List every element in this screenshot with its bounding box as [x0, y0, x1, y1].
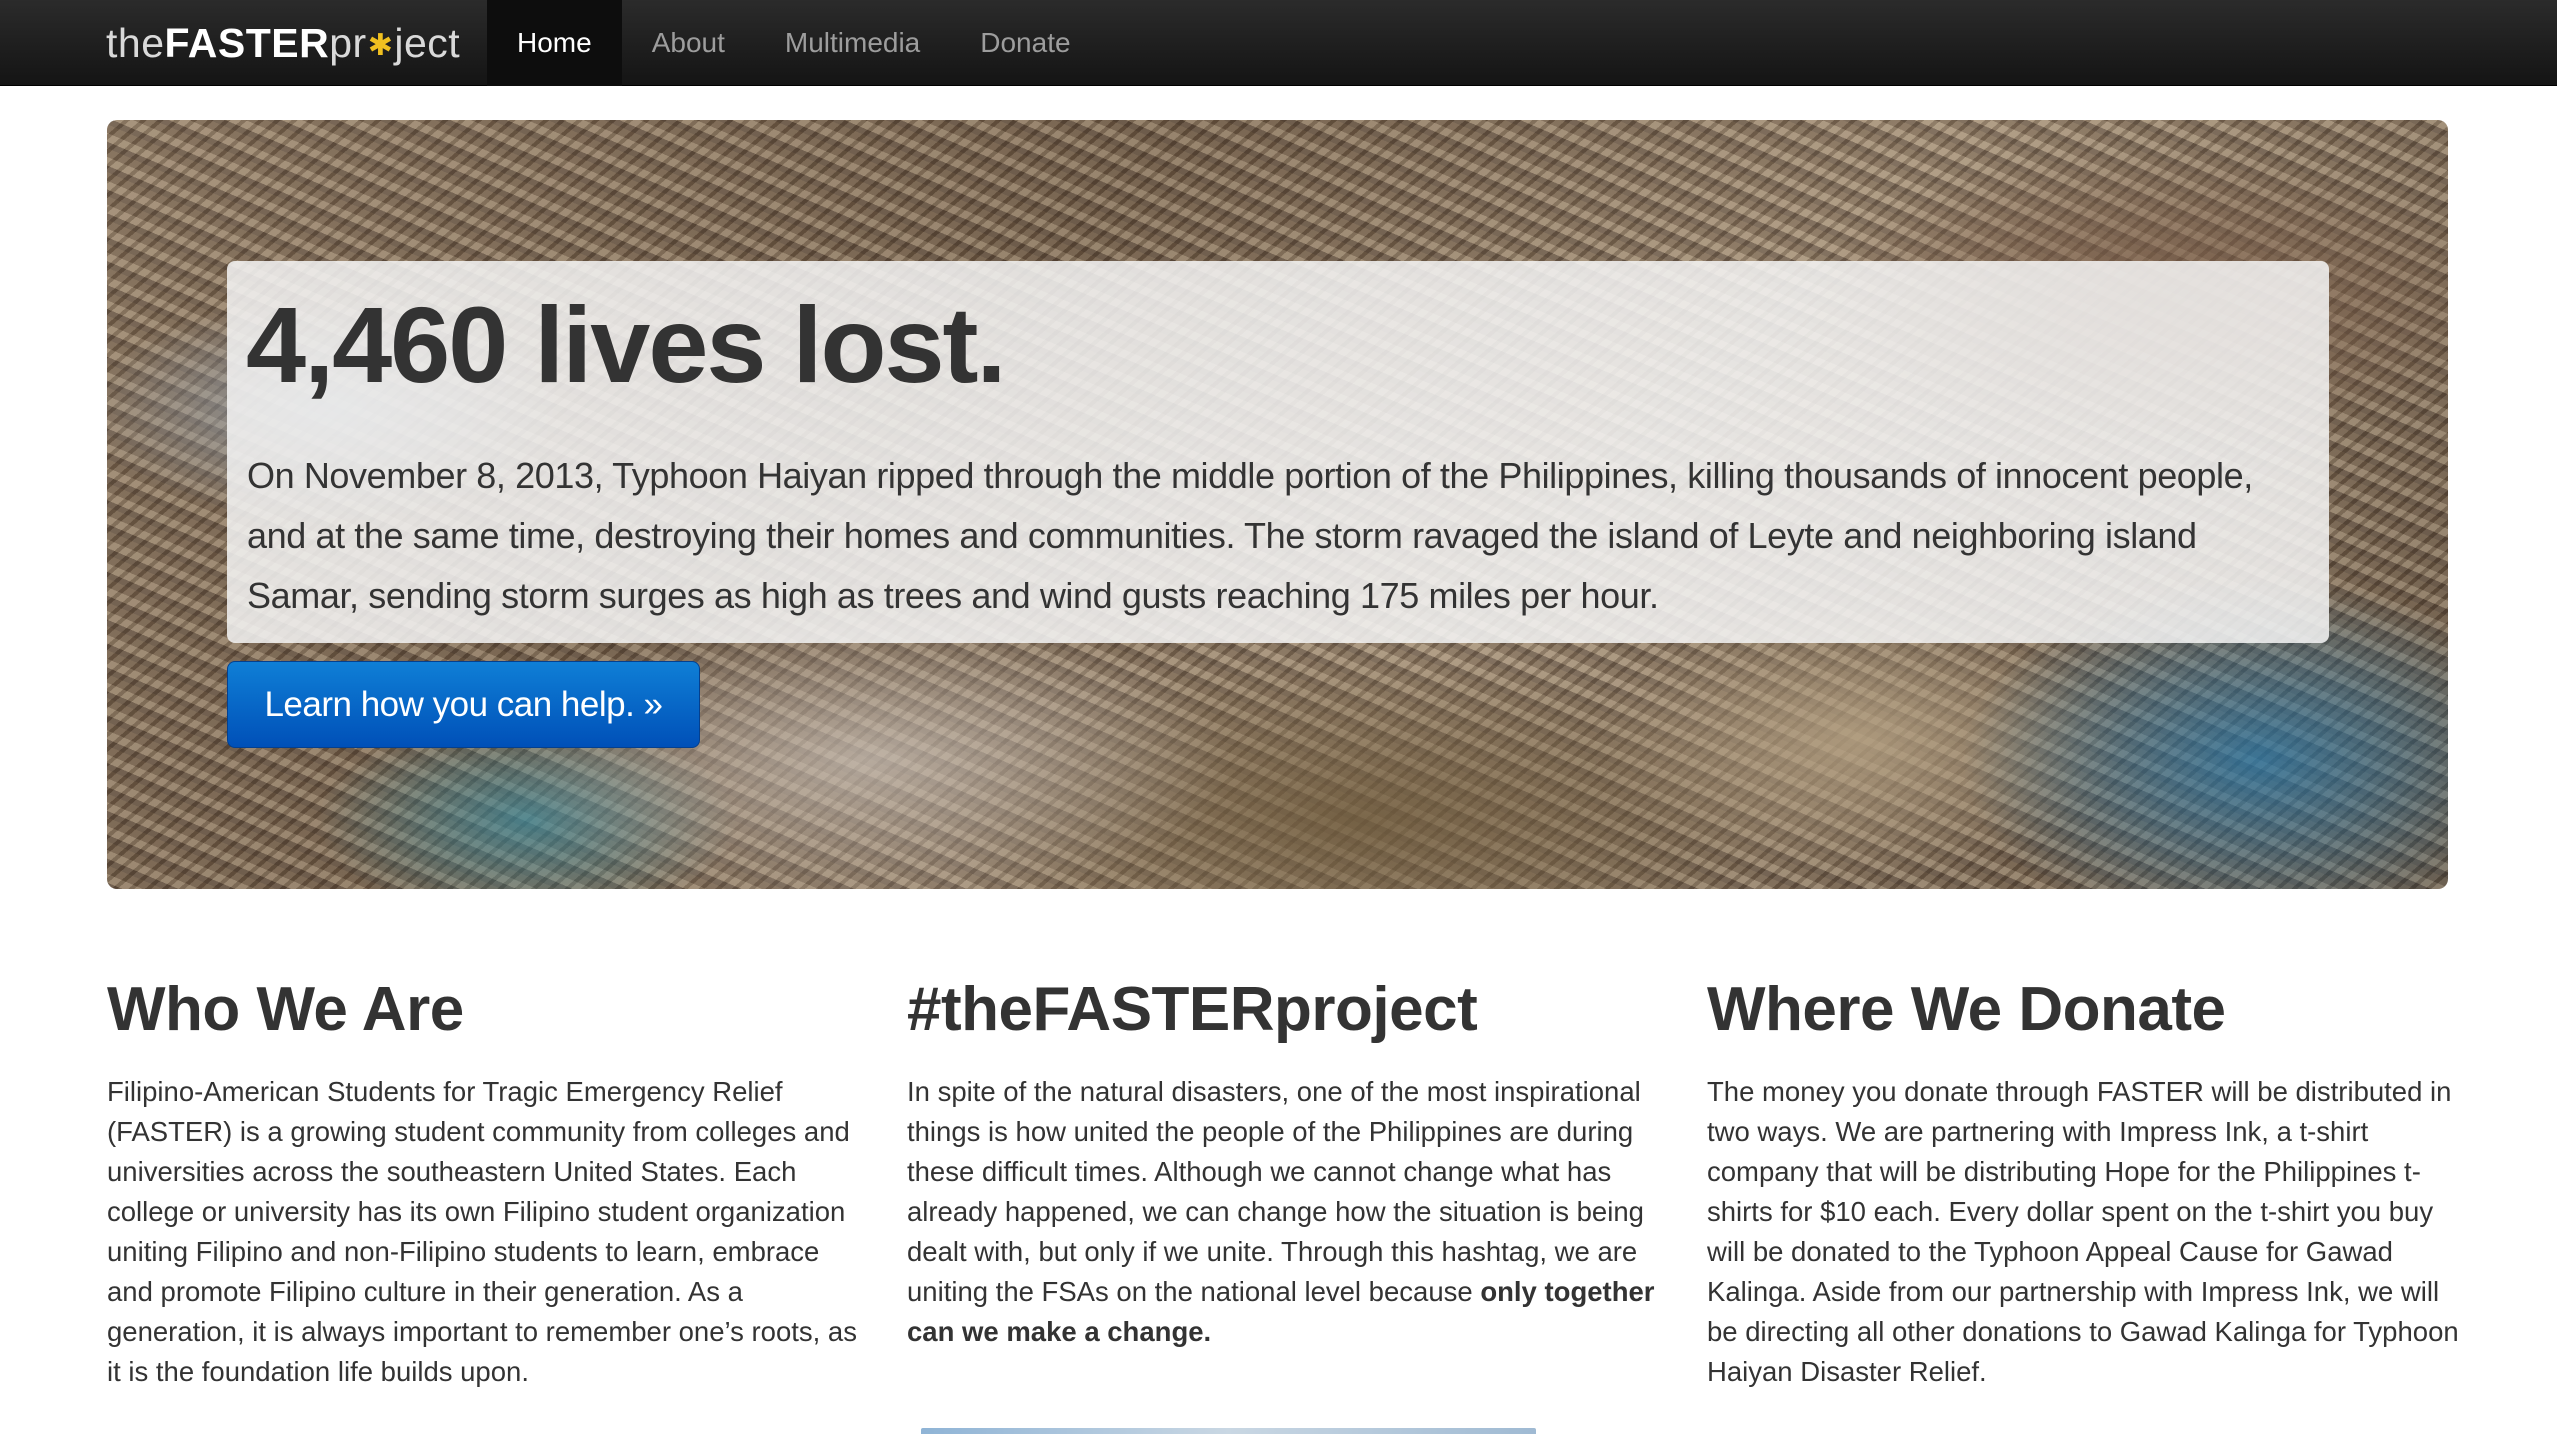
- brand-project-end: ject: [394, 19, 461, 66]
- hero-text-panel: On November 8, 2013, Typhoon Haiyan ripp…: [227, 423, 2329, 643]
- who-we-are-section: Who We Are Filipino-American Students fo…: [107, 970, 867, 1392]
- main-nav: Home About Multimedia Donate: [487, 0, 1101, 86]
- where-we-donate-heading: Where We Donate: [1707, 975, 2226, 1044]
- top-navbar: the FASTER pr ✱ ject Home About Multimedia D…: [0, 0, 2557, 86]
- faster-project-section: #theFASTERproject In spite of the natura…: [907, 970, 1667, 1434]
- nav-about[interactable]: About: [622, 0, 755, 86]
- media-preview-edge: [921, 1428, 1536, 1434]
- where-we-donate-section: Where We Donate The money you donate thr…: [1707, 970, 2467, 1392]
- nav-home[interactable]: Home: [487, 0, 622, 86]
- brand-logo[interactable]: the FASTER pr ✱ ject: [106, 14, 460, 72]
- brand-project-start: pr: [329, 19, 367, 66]
- faster-project-heading: #theFASTERproject: [907, 975, 1478, 1044]
- faster-project-text: In spite of the natural disasters, one o…: [907, 1072, 1667, 1352]
- hero-title-panel: 4,460 lives lost.: [227, 261, 2329, 423]
- hero-jumbotron: 4,460 lives lost. On November 8, 2013, T…: [107, 120, 2448, 889]
- who-we-are-text: Filipino-American Students for Tragic Em…: [107, 1076, 857, 1387]
- who-we-are-heading: Who We Are: [107, 975, 464, 1044]
- sun-star-icon: ✱: [367, 28, 394, 62]
- nav-multimedia[interactable]: Multimedia: [755, 0, 950, 86]
- where-we-donate-text: The money you donate through FASTER will…: [1707, 1076, 2459, 1387]
- faster-project-text-body: In spite of the natural disasters, one o…: [907, 1076, 1644, 1307]
- brand-faster: FASTER: [164, 19, 330, 66]
- brand-the: the: [106, 19, 165, 66]
- learn-how-to-help-button[interactable]: Learn how you can help. »: [227, 661, 700, 748]
- hero-description: On November 8, 2013, Typhoon Haiyan ripp…: [247, 455, 2253, 616]
- nav-donate[interactable]: Donate: [950, 0, 1100, 86]
- hero-title: 4,460 lives lost.: [246, 284, 1006, 405]
